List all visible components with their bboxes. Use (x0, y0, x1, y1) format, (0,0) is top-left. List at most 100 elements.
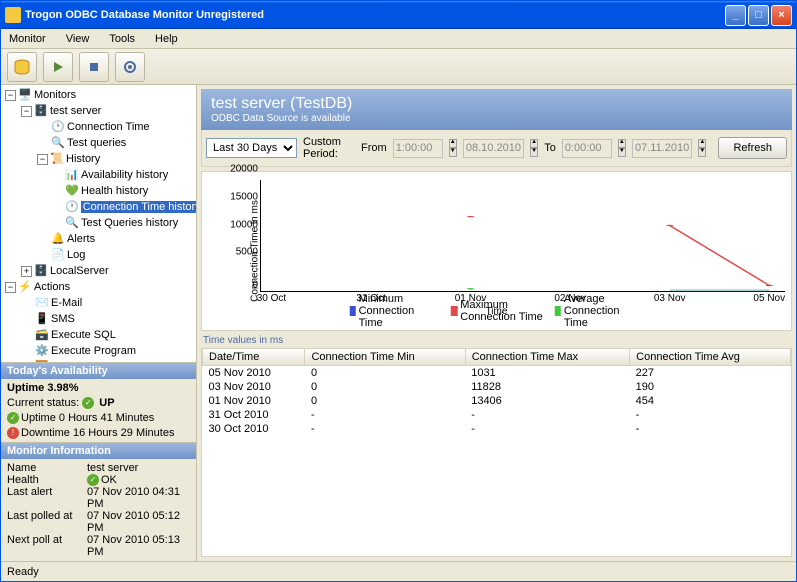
table-row[interactable]: 05 Nov 201001031227 (203, 366, 791, 381)
legend-max: Maximum Connection Time (451, 293, 545, 329)
info-row: Last polled at07 Nov 2010 05:12 PM (7, 510, 190, 534)
minimize-button[interactable]: _ (725, 5, 746, 26)
app-icon (5, 7, 21, 23)
collapse-icon[interactable]: − (5, 282, 16, 293)
clock-icon: 🕐 (51, 120, 65, 134)
close-button[interactable]: × (771, 5, 792, 26)
tree-history[interactable]: −📜History (3, 151, 194, 167)
table-title: Time values in ms (203, 335, 790, 346)
legend-swatch-min (349, 306, 355, 316)
tree-monitors[interactable]: −🖥️Monitors (3, 87, 194, 103)
col-min[interactable]: Connection Time Min (305, 349, 465, 366)
health-icon: 💚 (65, 184, 79, 198)
table-row[interactable]: 31 Oct 2010--- (203, 408, 791, 422)
db-button[interactable] (7, 52, 37, 82)
from-label: From (361, 142, 387, 154)
info-row: Last alert07 Nov 2010 04:31 PM (7, 486, 190, 510)
data-table: Date/Time Connection Time Min Connection… (202, 349, 791, 436)
to-time-spinner[interactable]: ▲▼ (618, 139, 626, 157)
availability-header: Today's Availability (1, 362, 196, 379)
db-icon: 🗄️ (34, 264, 48, 278)
filter-row: Last 30 Days Custom Period: From 1:00:00… (201, 130, 792, 167)
legend-swatch-avg (555, 306, 561, 316)
tree-conn-time[interactable]: 🕐Connection Time (3, 119, 194, 135)
status-text: Ready (7, 566, 39, 578)
to-date-spinner[interactable]: ▲▼ (698, 139, 706, 157)
history-icon: 📜 (50, 152, 64, 166)
menu-view[interactable]: View (62, 31, 94, 47)
col-max[interactable]: Connection Time Max (465, 349, 629, 366)
log-icon: 📄 (51, 248, 65, 262)
content-header: test server (TestDB) ODBC Data Source is… (201, 89, 792, 130)
clock-icon: 🕐 (65, 200, 79, 214)
tree-conn-time-history[interactable]: 🕐Connection Time history (3, 199, 194, 215)
menubar: Monitor View Tools Help (1, 29, 796, 49)
tree-email[interactable]: ✉️E-Mail (3, 295, 194, 311)
maximize-button[interactable]: □ (748, 5, 769, 26)
stop-button[interactable] (79, 52, 109, 82)
legend-swatch-max (451, 306, 457, 316)
to-date-input[interactable]: 07.11.2010 (632, 139, 692, 158)
monitor-info-panel: Nametest server Health✓OK Last alert07 N… (1, 459, 196, 561)
refresh-button[interactable]: Refresh (718, 137, 787, 159)
availability-panel: Uptime 3.98% Current status: ✓ UP ✓Uptim… (1, 379, 196, 442)
menu-tools[interactable]: Tools (105, 31, 139, 47)
query-icon: 🔍 (51, 136, 65, 150)
sidebar: −🖥️Monitors −🗄️test server 🕐Connection T… (1, 85, 197, 561)
from-date-spinner[interactable]: ▲▼ (530, 139, 538, 157)
col-avg[interactable]: Connection Time Avg (630, 349, 791, 366)
table-row[interactable]: 03 Nov 2010011828190 (203, 380, 791, 394)
tree-test-server[interactable]: −🗄️test server (3, 103, 194, 119)
titlebar: Trogon ODBC Database Monitor Unregistere… (1, 1, 796, 29)
tree-test-queries-history[interactable]: 🔍Test Queries history (3, 215, 194, 231)
legend-min: Minimum Connection Time (349, 293, 441, 329)
exe-icon: ⚙️ (35, 344, 49, 358)
page-subtitle: ODBC Data Source is available (211, 113, 782, 124)
tree-health-history[interactable]: 💚Health history (3, 183, 194, 199)
actions-icon: ⚡ (18, 280, 32, 294)
app-window: Trogon ODBC Database Monitor Unregistere… (0, 0, 797, 582)
alert-icon: 🔔 (51, 232, 65, 246)
info-row: Nametest server (7, 462, 190, 474)
play-button[interactable] (43, 52, 73, 82)
collapse-icon[interactable]: − (21, 106, 32, 117)
query-icon: 🔍 (65, 216, 79, 230)
collapse-icon[interactable]: − (37, 154, 48, 165)
tree-actions[interactable]: −⚡Actions (3, 279, 194, 295)
statusbar: Ready (1, 561, 796, 581)
chart-legend: Minimum Connection Time Maximum Connecti… (349, 293, 644, 329)
tree-test-queries[interactable]: 🔍Test queries (3, 135, 194, 151)
sql-icon: 🗃️ (35, 328, 49, 342)
tree-exec-sql[interactable]: 🗃️Execute SQL (3, 327, 194, 343)
uptime-row: ✓Uptime 0 Hours 41 Minutes (7, 412, 190, 424)
downtime-row: !Downtime 16 Hours 29 Minutes (7, 427, 190, 439)
chart-icon: 📊 (65, 168, 79, 182)
content-area: test server (TestDB) ODBC Data Source is… (197, 85, 796, 561)
tree-sms[interactable]: 📱SMS (3, 311, 194, 327)
down-icon: ! (7, 427, 19, 439)
table-row[interactable]: 30 Oct 2010--- (203, 422, 791, 436)
tree-local-server[interactable]: +🗄️LocalServer (3, 263, 194, 279)
expand-icon[interactable]: + (21, 266, 32, 277)
tree-view: −🖥️Monitors −🗄️test server 🕐Connection T… (1, 85, 196, 362)
settings-button[interactable] (115, 52, 145, 82)
from-time-input[interactable]: 1:00:00 (393, 139, 443, 158)
from-time-spinner[interactable]: ▲▼ (449, 139, 457, 157)
toolbar (1, 49, 796, 85)
menu-help[interactable]: Help (151, 31, 182, 47)
table-row[interactable]: 01 Nov 2010013406454 (203, 394, 791, 408)
col-datetime[interactable]: Date/Time (203, 349, 305, 366)
tree-avail-history[interactable]: 📊Availability history (3, 167, 194, 183)
menu-monitor[interactable]: Monitor (5, 31, 50, 47)
status-up-icon: ✓ (82, 397, 94, 409)
tree-exec-program[interactable]: ⚙️Execute Program (3, 343, 194, 359)
ok-icon: ✓ (87, 474, 99, 486)
tree-alerts[interactable]: 🔔Alerts (3, 231, 194, 247)
data-table-box: Date/Time Connection Time Min Connection… (201, 348, 792, 557)
to-time-input[interactable]: 0:00:00 (562, 139, 612, 158)
tree-log[interactable]: 📄Log (3, 247, 194, 263)
from-date-input[interactable]: 08.10.2010 (463, 139, 524, 158)
collapse-icon[interactable]: − (5, 90, 16, 101)
custom-period-label: Custom Period: (303, 136, 355, 160)
period-select[interactable]: Last 30 Days (206, 138, 297, 158)
